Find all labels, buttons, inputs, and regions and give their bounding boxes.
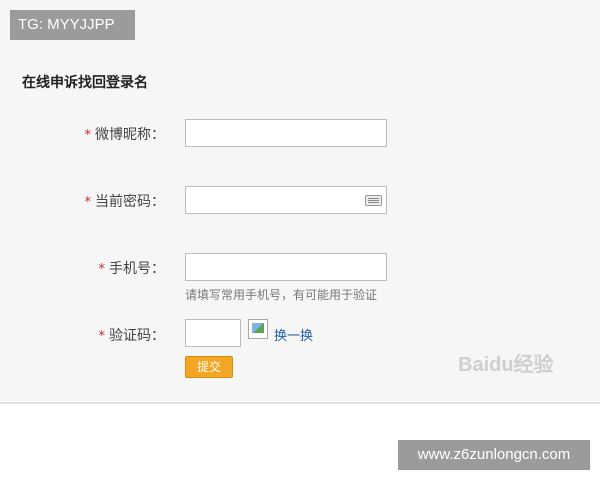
tg-badge: TG: MYYJJPP (10, 10, 135, 40)
nickname-label: * 微博昵称： (84, 127, 166, 143)
captcha-label: * 验证码： (98, 328, 166, 344)
captcha-refresh-link[interactable]: 换一换 (274, 325, 313, 344)
submit-button[interactable]: 提交 (185, 356, 233, 378)
form-panel: 在线申诉找回登录名 * 微博昵称： * 当前密码： * 手机号： 请填写常用手机号，有… (0, 0, 600, 404)
phone-input[interactable] (185, 253, 387, 281)
required-mark: * (84, 195, 92, 210)
required-mark: * (84, 128, 92, 143)
phone-hint: 请填写常用手机号，有可能用于验证 (185, 288, 378, 302)
password-label: * 当前密码： (84, 194, 166, 210)
password-input[interactable] (185, 186, 387, 214)
footer-url: www.z6zunlongcn.com (398, 440, 590, 470)
phone-label: * 手机号： (98, 261, 166, 277)
required-mark: * (98, 262, 106, 277)
nickname-input[interactable] (185, 119, 387, 147)
captcha-input[interactable] (185, 319, 241, 347)
form-title: 在线申诉找回登录名 (22, 75, 148, 91)
captcha-image-icon[interactable] (248, 319, 268, 339)
keyboard-icon[interactable] (365, 195, 382, 206)
required-mark: * (98, 329, 106, 344)
baidu-watermark: Baidu经验 (458, 354, 554, 376)
